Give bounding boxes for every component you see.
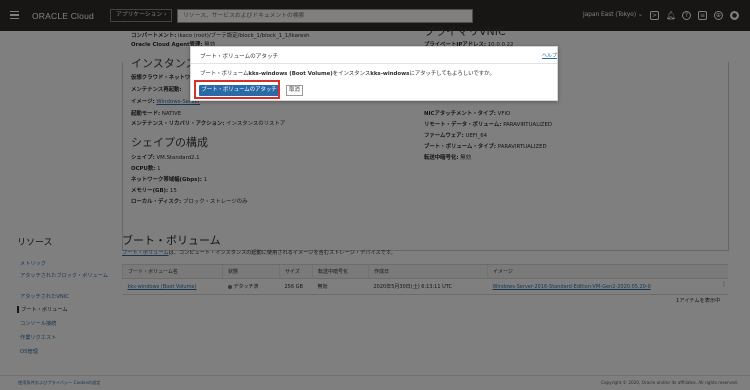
cancel-button[interactable]: 取消 (286, 85, 303, 96)
dialog-divider (191, 63, 557, 64)
dialog-help-link[interactable]: ヘルプ (542, 52, 557, 59)
dialog-title: ブート・ボリュームのアタッチ (200, 54, 279, 60)
annotation-highlight-box (194, 80, 280, 99)
dialog-message: ブート・ボリュームkks-windows (Boot Volume)をインスタン… (200, 71, 495, 77)
